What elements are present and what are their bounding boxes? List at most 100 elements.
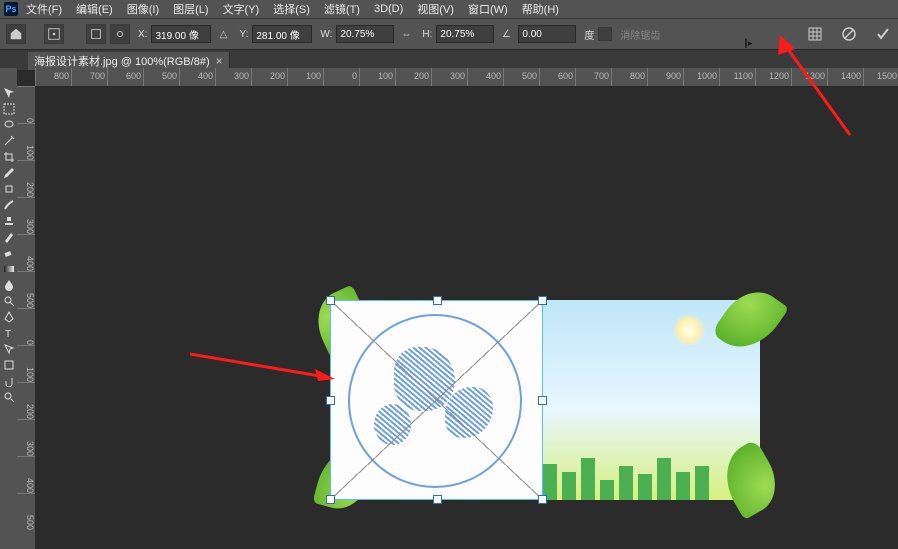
- ruler-tick: 1300: [791, 68, 827, 86]
- ruler-tick: 500: [17, 493, 35, 530]
- ruler-tick: 900: [647, 68, 683, 86]
- shape-tool-icon[interactable]: [2, 358, 16, 372]
- ruler-tick: 100: [17, 123, 35, 160]
- ruler-tick: 500: [17, 271, 35, 308]
- history-brush-icon[interactable]: [2, 230, 16, 244]
- heal-tool-icon[interactable]: [2, 182, 16, 196]
- ref-center-icon[interactable]: [110, 24, 130, 44]
- menu-image[interactable]: 图像(I): [121, 0, 165, 19]
- lasso-tool-icon[interactable]: [2, 118, 16, 132]
- menu-edit[interactable]: 编辑(E): [70, 0, 119, 19]
- canvas-area[interactable]: [35, 86, 898, 549]
- dodge-tool-icon[interactable]: [2, 294, 16, 308]
- menu-filter[interactable]: 滤镜(T): [318, 0, 366, 19]
- menu-3d[interactable]: 3D(D): [368, 1, 409, 17]
- cancel-transform-icon[interactable]: [840, 25, 858, 43]
- app-logo-icon: Ps: [4, 2, 18, 16]
- reference-point-icon[interactable]: [44, 24, 64, 44]
- angle-unit: 度: [584, 27, 594, 42]
- menu-layer[interactable]: 图层(L): [167, 0, 214, 19]
- ruler-tick: 300: [17, 197, 35, 234]
- menu-help[interactable]: 帮助(H): [516, 0, 565, 19]
- ruler-tick: 700: [71, 68, 107, 86]
- ruler-tick: 400: [17, 234, 35, 271]
- blur-tool-icon[interactable]: [2, 278, 16, 292]
- globe-sketch-icon: [348, 314, 522, 488]
- link-wh-icon[interactable]: ⇔: [398, 26, 414, 42]
- move-tool-icon[interactable]: [2, 86, 16, 100]
- annotation-arrow-icon: [190, 351, 335, 381]
- ruler-tick: 0: [17, 308, 35, 345]
- ruler-tick: 400: [179, 68, 215, 86]
- ruler-tick: 1000: [683, 68, 719, 86]
- hand-tool-icon[interactable]: [2, 374, 16, 388]
- stamp-tool-icon[interactable]: [2, 214, 16, 228]
- ruler-tick: 600: [539, 68, 575, 86]
- ruler-tick: 200: [395, 68, 431, 86]
- commit-transform-icon[interactable]: [874, 25, 892, 43]
- text-tool-icon[interactable]: T: [2, 326, 16, 340]
- menu-view[interactable]: 视图(V): [411, 0, 460, 19]
- x-input[interactable]: 319.00 像: [151, 25, 211, 43]
- triangle-icon[interactable]: △: [215, 26, 231, 42]
- ruler-tick: 700: [575, 68, 611, 86]
- ruler-tick: 100: [287, 68, 323, 86]
- wand-tool-icon[interactable]: [2, 134, 16, 148]
- ruler-tick: 1100: [719, 68, 755, 86]
- marquee-tool-icon[interactable]: [2, 102, 16, 116]
- ruler-tick: 300: [215, 68, 251, 86]
- zoom-tool-icon[interactable]: [2, 390, 16, 404]
- ruler-tick: 100: [17, 345, 35, 382]
- menu-select[interactable]: 选择(S): [267, 0, 316, 19]
- close-tab-icon[interactable]: ×: [216, 54, 223, 68]
- pen-tool-icon[interactable]: [2, 310, 16, 324]
- menu-bar: Ps 文件(F) 编辑(E) 图像(I) 图层(L) 文字(Y) 选择(S) 滤…: [0, 0, 898, 18]
- ruler-tick: 500: [503, 68, 539, 86]
- home-icon[interactable]: [6, 24, 26, 44]
- menu-window[interactable]: 窗口(W): [462, 0, 514, 19]
- path-select-icon[interactable]: [2, 342, 16, 356]
- placed-image[interactable]: [330, 300, 543, 500]
- crop-tool-icon[interactable]: [2, 150, 16, 164]
- ruler-tick: 800: [611, 68, 647, 86]
- angle-icon: ∠: [498, 26, 514, 42]
- ruler-tick: 1400: [827, 68, 863, 86]
- menu-file[interactable]: 文件(F): [20, 0, 68, 19]
- ruler-tick: 300: [431, 68, 467, 86]
- ruler-tick: 200: [17, 382, 35, 419]
- y-label: Y:: [239, 29, 248, 40]
- anchor-grid-icon[interactable]: [86, 24, 106, 44]
- ruler-tick: 300: [17, 419, 35, 456]
- ruler-tick: 500: [143, 68, 179, 86]
- ruler-tick: 200: [251, 68, 287, 86]
- x-label: X:: [138, 29, 147, 40]
- eyedropper-tool-icon[interactable]: [2, 166, 16, 180]
- cursor-icon: I▸: [744, 35, 752, 51]
- leaf-decoration-icon: [711, 280, 789, 362]
- y-input[interactable]: 281.00 像: [252, 25, 312, 43]
- vertical-ruler: 01002003004005000100200300400500: [17, 86, 35, 549]
- document-tab-title: 海报设计素材.jpg @ 100%(RGB/8#): [34, 53, 210, 69]
- angle-input[interactable]: 0.00: [518, 25, 576, 43]
- ruler-tick: 400: [17, 456, 35, 493]
- antialias-label: 消除锯齿: [620, 27, 660, 42]
- ruler-tick: 1500: [863, 68, 898, 86]
- ruler-tick: 100: [359, 68, 395, 86]
- ruler-tick: 800: [35, 68, 71, 86]
- svg-text:T: T: [5, 329, 11, 339]
- w-label: W:: [320, 29, 332, 40]
- gradient-tool-icon[interactable]: [2, 262, 16, 276]
- warp-mode-icon[interactable]: [806, 25, 824, 43]
- antialias-checkbox[interactable]: [598, 27, 612, 41]
- brush-tool-icon[interactable]: [2, 198, 16, 212]
- ruler-tick: 0: [17, 86, 35, 123]
- ruler-tick: 400: [467, 68, 503, 86]
- menu-type[interactable]: 文字(Y): [217, 0, 266, 19]
- ruler-tick: 0: [323, 68, 359, 86]
- eraser-tool-icon[interactable]: [2, 246, 16, 260]
- h-label: H:: [422, 29, 432, 40]
- h-input[interactable]: 20.75%: [436, 25, 494, 43]
- ruler-tick: 200: [17, 160, 35, 197]
- ruler-tick: 1200: [755, 68, 791, 86]
- w-input[interactable]: 20.75%: [336, 25, 394, 43]
